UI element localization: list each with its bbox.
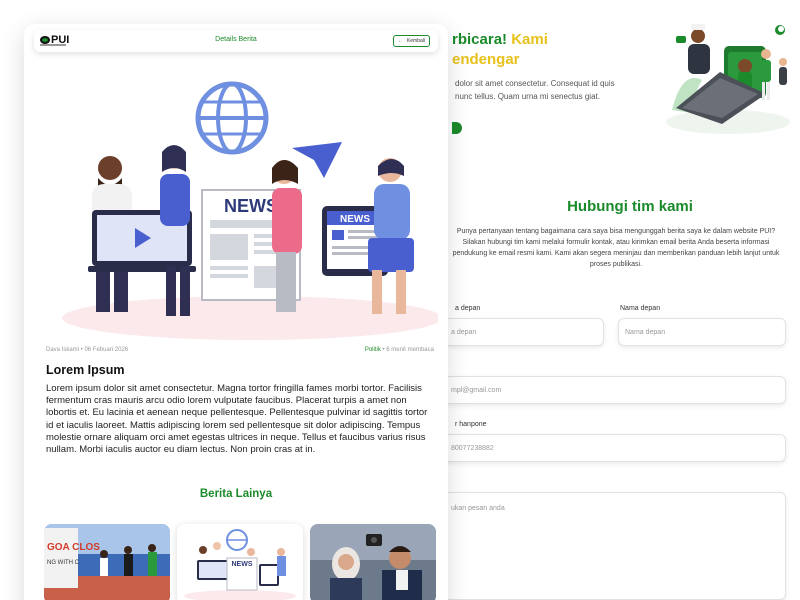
back-button[interactable]: ← Kembali — [392, 35, 430, 47]
hero-title-part1: rbicara! — [452, 31, 508, 48]
first-name-placeholder: a depan — [451, 328, 477, 336]
hero-title: rbicara! Kami endengar — [452, 30, 672, 70]
hero-title-line2: endengar — [452, 51, 520, 68]
thumb1-overlay-sub: NG WITH C — [47, 560, 80, 566]
other-news-thumbnail-1[interactable]: GOA CLOS NG WITH C — [44, 524, 170, 600]
arrow-left-icon: ← — [397, 38, 403, 44]
contact-title: Hubungi tim kami — [567, 198, 693, 215]
other-news-title: Berita Lainya — [199, 488, 273, 500]
hero-cta-button[interactable] — [452, 122, 462, 134]
email-placeholder: mpl@gmail.com — [451, 386, 502, 394]
thumb1-overlay-text: GOA CLOS — [47, 542, 100, 553]
first-name-label: a depan — [455, 305, 481, 312]
phone-label: r hanpone — [455, 421, 487, 428]
paper-plane-icon — [292, 142, 342, 178]
phone-field[interactable]: 80077238882 — [444, 434, 786, 462]
last-name-field[interactable]: Nama depan — [618, 318, 786, 346]
thumb2-headline: NEWS — [232, 561, 253, 568]
logo-subtitle-bar — [40, 44, 66, 46]
first-name-field[interactable]: a depan — [444, 318, 604, 346]
article-body: Lorem ipsum dolor sit amet consectetur. … — [46, 383, 428, 456]
article-author-date: Dava Iskami • 06 Febuari 2026 — [46, 347, 129, 353]
newspaper-headline: NEWS — [224, 196, 278, 216]
news-illustration: NEWS NEWS — [62, 81, 438, 340]
article-read-time: • 6 menit membaca — [382, 347, 434, 353]
last-name-placeholder: Nama depan — [625, 328, 666, 336]
press-photo — [310, 524, 436, 600]
message-placeholder: ukan pesan anda — [451, 505, 505, 512]
message-textarea[interactable]: ukan pesan anda — [444, 492, 786, 600]
page-title: Details Berita — [215, 36, 257, 43]
globe-icon — [195, 81, 269, 155]
hero-text: dolor sit amet consectetur. Consequat id… — [455, 79, 615, 101]
back-button-label: Kembali — [406, 38, 425, 44]
news-mini-illustration: NEWS — [184, 529, 296, 600]
tablet-headline: NEWS — [340, 214, 370, 225]
other-news-thumbnail-2[interactable]: NEWS — [177, 524, 303, 600]
last-name-label: Nama depan — [620, 305, 661, 312]
news-detail-card: PUI Details Berita ← Kembali NEWS NEWS D… — [24, 24, 448, 600]
contact-description: Punya pertanyaan tentang bagaimana cara … — [452, 228, 780, 268]
hero-title-part2: Kami — [511, 31, 548, 48]
sports-photo: GOA CLOS NG WITH C — [44, 524, 170, 600]
top-navigation-bar: PUI Details Berita ← Kembali — [34, 30, 438, 52]
article-meta: Politik • 6 menit membaca — [365, 347, 434, 353]
article-category[interactable]: Politik — [365, 347, 381, 353]
email-field[interactable]: mpl@gmail.com — [444, 376, 786, 404]
article-title: Lorem Ipsum — [46, 363, 125, 377]
phone-placeholder: 80077238882 — [451, 444, 494, 452]
support-illustration — [666, 24, 790, 134]
other-news-thumbnail-3[interactable] — [310, 524, 436, 600]
